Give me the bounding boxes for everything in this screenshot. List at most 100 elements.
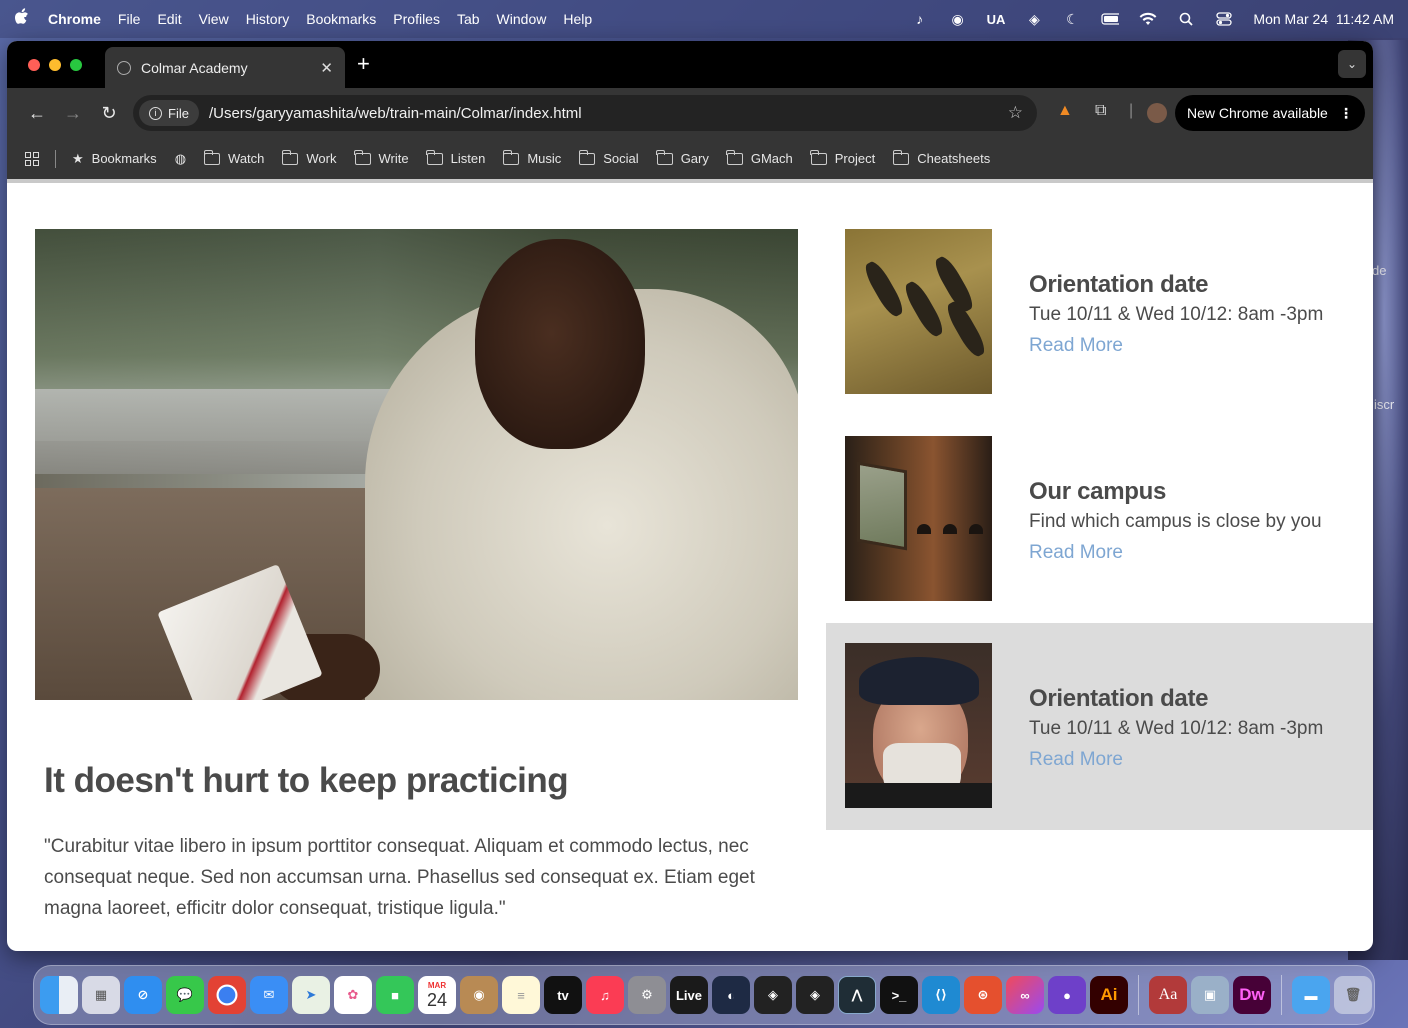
menu-history[interactable]: History xyxy=(246,11,290,27)
search-icon[interactable] xyxy=(1177,11,1195,27)
bookmark-folder-project[interactable]: Project xyxy=(810,149,876,166)
folder-icon xyxy=(810,149,827,165)
new-tab-button[interactable]: + xyxy=(357,51,370,77)
site-info-chip[interactable]: i File xyxy=(139,100,199,126)
calendar-icon[interactable]: MAR 24 xyxy=(418,976,456,1014)
universal-audio-icon[interactable]: ◈ xyxy=(1025,11,1043,27)
apple-icon[interactable] xyxy=(14,8,30,30)
finder-icon[interactable] xyxy=(40,976,78,1014)
battery-icon[interactable] xyxy=(1101,11,1120,27)
music-icon[interactable]: ♫ xyxy=(586,976,624,1014)
read-more-link[interactable]: Read More xyxy=(1029,749,1123,771)
menu-app-name[interactable]: Chrome xyxy=(48,11,101,27)
event-card[interactable]: Our campus Find which campus is close by… xyxy=(826,416,1373,623)
bookmark-star-icon[interactable]: ☆ xyxy=(1008,103,1023,123)
event-card-hovered[interactable]: Orientation date Tue 10/11 & Wed 10/12: … xyxy=(826,623,1373,830)
moon-icon[interactable]: ☾ xyxy=(1063,11,1081,27)
wifi-icon[interactable] xyxy=(1139,11,1157,27)
event-card[interactable]: Orientation date Tue 10/11 & Wed 10/12: … xyxy=(826,209,1373,416)
menu-profiles[interactable]: Profiles xyxy=(393,11,440,27)
bookmark-folder-music[interactable]: Music xyxy=(502,149,561,166)
bookmark-folder-write[interactable]: Write xyxy=(354,149,409,166)
system-settings-icon[interactable]: ⚙ xyxy=(628,976,666,1014)
maps-icon[interactable]: ➤ xyxy=(292,976,330,1014)
forward-button[interactable]: → xyxy=(55,103,91,124)
read-more-link[interactable]: Read More xyxy=(1029,542,1123,564)
menu-clock[interactable]: Mon Mar 24 11:42 AM xyxy=(1253,11,1394,27)
menu-window[interactable]: Window xyxy=(497,11,547,27)
recording-icon[interactable]: ◉ xyxy=(949,11,967,27)
bookmark-folder-listen[interactable]: Listen xyxy=(426,149,485,166)
folder-icon xyxy=(354,149,371,165)
menu-bookmarks[interactable]: Bookmarks xyxy=(306,11,376,27)
music-note-icon[interactable]: ♪ xyxy=(911,11,929,27)
affinity-icon[interactable]: ⋀ xyxy=(838,976,876,1014)
dictionary-icon[interactable]: Aa xyxy=(1149,976,1187,1014)
tab-search-button[interactable]: ⌄ xyxy=(1338,50,1366,78)
creative-cloud-icon[interactable]: ∞ xyxy=(1006,976,1044,1014)
chrome-icon[interactable] xyxy=(208,976,246,1014)
ableton-live-icon[interactable]: Live xyxy=(670,976,708,1014)
preview-icon[interactable]: ▣ xyxy=(1191,976,1229,1014)
photos-icon[interactable]: ✿ xyxy=(334,976,372,1014)
bookmark-folder-gmach[interactable]: GMach xyxy=(726,149,793,166)
url-text[interactable]: /Users/garyyamashita/web/train-main/Colm… xyxy=(209,105,582,122)
downloads-folder-icon[interactable]: ▬ xyxy=(1292,976,1330,1014)
zoom-window-button[interactable] xyxy=(70,58,82,71)
terminal-icon[interactable]: >_ xyxy=(880,976,918,1014)
bookmark-folder-social[interactable]: Social xyxy=(578,149,639,166)
toolbar-divider: | xyxy=(1129,102,1134,119)
menu-tab[interactable]: Tab xyxy=(457,11,480,27)
dock-divider xyxy=(1281,975,1282,1015)
obs-icon[interactable]: ◐ xyxy=(712,976,750,1014)
close-tab-icon[interactable]: ✕ xyxy=(320,59,333,77)
puzzle-extensions-icon[interactable]: ⧉ xyxy=(1095,102,1106,120)
bookmark-all-bookmarks[interactable]: ★ Bookmarks xyxy=(72,151,157,167)
ua-connect-icon[interactable]: ◈ xyxy=(754,976,792,1014)
input-source-indicator[interactable]: UA xyxy=(987,11,1006,27)
menu-view[interactable]: View xyxy=(199,11,229,27)
apple-tv-icon[interactable]: tv xyxy=(544,976,582,1014)
card-description: Tue 10/11 & Wed 10/12: 8am -3pm xyxy=(1029,718,1324,739)
launchpad-icon[interactable]: ▦ xyxy=(82,976,120,1014)
trash-icon[interactable]: 🗑 xyxy=(1334,976,1372,1014)
folder-icon xyxy=(656,149,673,165)
bookmark-label: Project xyxy=(834,151,876,166)
instruments-icon[interactable]: ⊛ xyxy=(964,976,1002,1014)
extension-icon[interactable]: ▲ xyxy=(1057,102,1073,120)
control-center-icon[interactable] xyxy=(1215,11,1233,27)
illustrator-icon[interactable]: Ai xyxy=(1090,976,1128,1014)
bookmark-folder-gary[interactable]: Gary xyxy=(656,149,709,166)
close-window-button[interactable] xyxy=(28,58,40,71)
desktop-file-label[interactable]: de xyxy=(1372,263,1386,278)
bookmark-folder-work[interactable]: Work xyxy=(281,149,337,166)
tab-colmar-academy[interactable]: Colmar Academy ✕ xyxy=(105,47,345,88)
mail-icon[interactable]: ✉ xyxy=(250,976,288,1014)
menu-help[interactable]: Help xyxy=(563,11,592,27)
more-menu-icon[interactable]: ⋮ xyxy=(1339,105,1353,122)
minimize-window-button[interactable] xyxy=(49,58,61,71)
update-chrome-button[interactable]: New Chrome available ⋮ xyxy=(1175,95,1365,131)
back-button[interactable]: ← xyxy=(19,103,55,124)
read-more-link[interactable]: Read More xyxy=(1029,335,1123,357)
facetime-icon[interactable]: ■ xyxy=(376,976,414,1014)
desktop-file-label[interactable]: iscr xyxy=(1374,397,1394,412)
contacts-icon[interactable]: ◉ xyxy=(460,976,498,1014)
hero-person-head xyxy=(475,239,645,449)
bookmark-globe[interactable]: ◍ xyxy=(175,151,186,167)
github-desktop-icon[interactable]: ● xyxy=(1048,976,1086,1014)
address-bar[interactable]: i File /Users/garyyamashita/web/train-ma… xyxy=(133,95,1037,131)
menu-file[interactable]: File xyxy=(118,11,141,27)
dreamweaver-icon[interactable]: Dw xyxy=(1233,976,1271,1014)
bookmark-folder-cheatsheets[interactable]: Cheatsheets xyxy=(892,149,990,166)
ua-console-icon[interactable]: ◈ xyxy=(796,976,834,1014)
notes-icon[interactable]: ≡ xyxy=(502,976,540,1014)
bookmark-folder-watch[interactable]: Watch xyxy=(203,149,264,166)
safari-icon[interactable]: ⊘ xyxy=(124,976,162,1014)
apps-grid-icon[interactable] xyxy=(25,151,39,166)
vscode-icon[interactable]: ⟨⟩ xyxy=(922,976,960,1014)
reload-button[interactable]: ↻ xyxy=(91,103,127,124)
profile-avatar[interactable] xyxy=(1147,103,1167,123)
messages-icon[interactable]: 💬 xyxy=(166,976,204,1014)
menu-edit[interactable]: Edit xyxy=(157,11,181,27)
